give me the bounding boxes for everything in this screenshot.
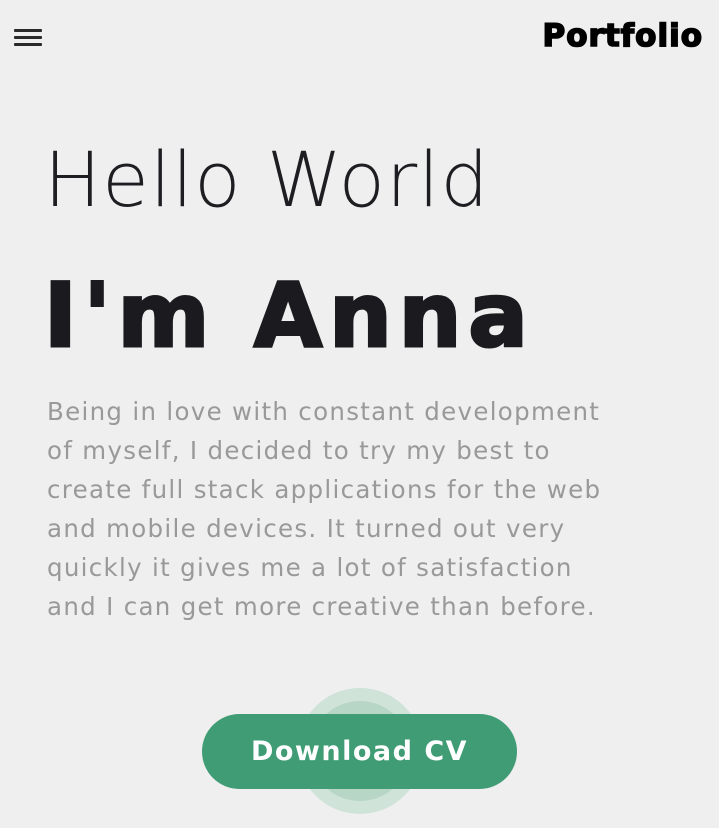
hero-greeting: Hello World	[44, 135, 490, 224]
site-logo[interactable]: Portfolio	[542, 17, 703, 55]
hero-name: I'm Anna	[43, 264, 535, 367]
download-cv-container: Download CV	[202, 688, 517, 814]
download-cv-button[interactable]: Download CV	[202, 714, 517, 789]
hamburger-menu-icon[interactable]	[14, 26, 42, 48]
hero-bio: Being in love with constant development …	[47, 397, 602, 621]
